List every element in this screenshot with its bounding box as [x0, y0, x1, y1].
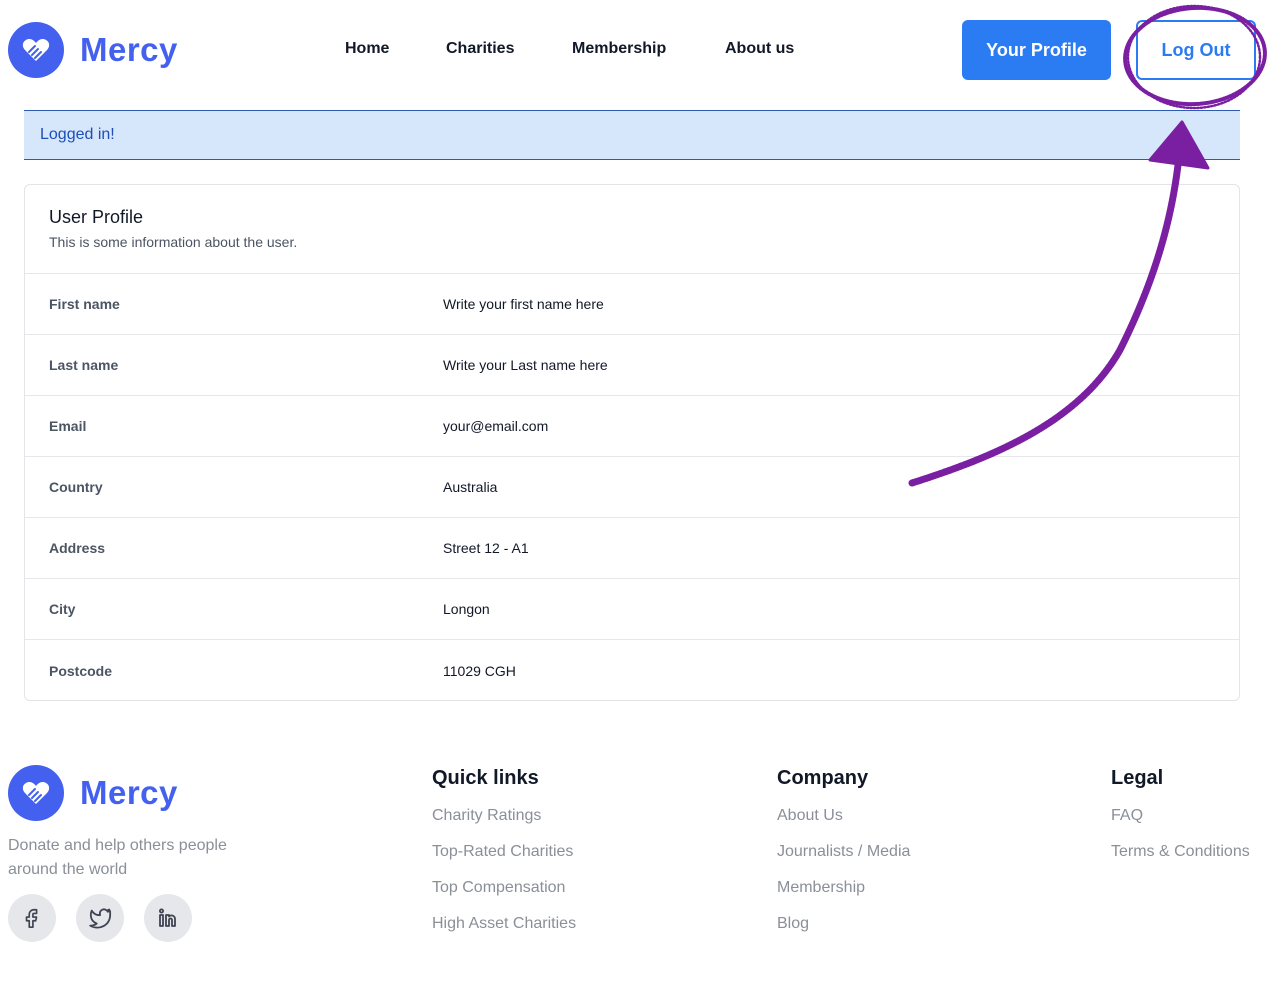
field-value: Longon — [443, 601, 490, 617]
field-label: Email — [49, 418, 87, 434]
site-header: Mercy Home Charities Membership About us… — [0, 0, 1280, 100]
footer-link[interactable]: Journalists / Media — [777, 842, 910, 878]
profile-row-email: Email your@email.com — [25, 396, 1239, 457]
footer-brand-logo[interactable]: Mercy — [8, 765, 178, 821]
footer-link[interactable]: Top Compensation — [432, 878, 576, 914]
facebook-icon[interactable] — [8, 894, 56, 942]
field-value: Australia — [443, 479, 498, 495]
footer-link[interactable]: Terms & Conditions — [1111, 842, 1250, 878]
profile-row-first-name: First name Write your first name here — [25, 274, 1239, 335]
card-subtitle: This is some information about the user. — [49, 234, 298, 250]
footer-column-title: Company — [777, 767, 869, 789]
heart-hands-icon — [8, 22, 64, 78]
your-profile-button[interactable]: Your Profile — [962, 20, 1111, 80]
social-links — [8, 894, 212, 942]
profile-row-country: Country Australia — [25, 457, 1239, 518]
user-profile-card: User Profile This is some information ab… — [24, 184, 1240, 701]
footer-column-title: Legal — [1111, 767, 1164, 789]
log-out-button[interactable]: Log Out — [1136, 20, 1256, 80]
footer-legal: Legal FAQ Terms & Conditions — [1111, 767, 1250, 878]
nav-home[interactable]: Home — [345, 40, 389, 58]
nav-about-us[interactable]: About us — [725, 40, 794, 58]
field-label: Address — [49, 540, 106, 556]
footer-company: Company About Us Journalists / Media Mem… — [777, 767, 910, 950]
field-value: 11029 CGH — [443, 662, 516, 679]
brand-name: Mercy — [80, 31, 178, 68]
footer-link[interactable]: About Us — [777, 806, 910, 842]
footer-link[interactable]: Membership — [777, 878, 910, 914]
card-title: User Profile — [49, 207, 144, 227]
field-label: City — [49, 601, 76, 617]
field-value: Write your first name here — [443, 296, 604, 312]
profile-row-address: Address Street 12 - A1 — [25, 518, 1239, 579]
footer-link[interactable]: FAQ — [1111, 806, 1250, 842]
field-label: Last name — [49, 357, 119, 373]
footer-link[interactable]: High Asset Charities — [432, 914, 576, 950]
login-alert: Logged in! — [24, 110, 1240, 160]
nav-charities[interactable]: Charities — [446, 40, 514, 58]
field-value: Street 12 - A1 — [443, 540, 529, 556]
profile-row-postcode: Postcode 11029 CGH — [25, 640, 1239, 701]
footer-column-title: Quick links — [432, 767, 539, 789]
card-header: User Profile This is some information ab… — [25, 185, 1239, 274]
alert-text: Logged in! — [40, 126, 115, 143]
footer-quick-links: Quick links Charity Ratings Top-Rated Ch… — [432, 767, 576, 950]
footer-link[interactable]: Blog — [777, 914, 910, 950]
field-label: Country — [49, 479, 103, 495]
field-value: your@email.com — [443, 418, 549, 434]
brand-logo[interactable]: Mercy — [8, 22, 178, 78]
footer-link[interactable]: Charity Ratings — [432, 806, 576, 842]
nav-membership[interactable]: Membership — [572, 40, 666, 58]
twitter-icon[interactable] — [76, 894, 124, 942]
profile-row-city: City Longon — [25, 579, 1239, 640]
footer-description: Donate and help others people around the… — [8, 837, 227, 878]
linkedin-icon[interactable] — [144, 894, 192, 942]
field-label: First name — [49, 296, 120, 312]
footer-brand-name: Mercy — [80, 774, 178, 811]
heart-hands-icon — [8, 765, 64, 821]
profile-row-last-name: Last name Write your Last name here — [25, 335, 1239, 396]
field-label: Postcode — [49, 662, 113, 679]
field-value: Write your Last name here — [443, 357, 608, 373]
footer-link[interactable]: Top-Rated Charities — [432, 842, 576, 878]
